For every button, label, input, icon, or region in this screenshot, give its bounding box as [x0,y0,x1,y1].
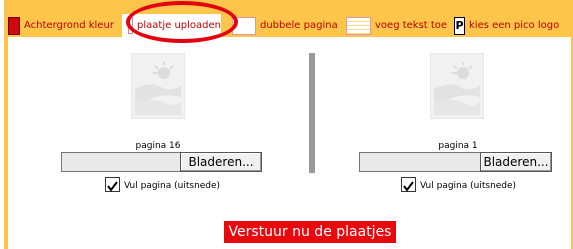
tab-label: Achtergrond kleur [24,20,114,31]
browse-button[interactable]: Bladeren... [180,152,262,172]
logo-icon: P [454,16,465,35]
editor-frame: Achtergrond kleur plaatje uploaden dubbe… [4,0,573,249]
tab-label: dubbele pagina [260,20,338,31]
color-swatch-icon [8,16,20,35]
tab-double-page[interactable]: dubbele pagina [232,14,338,37]
fill-page-checkbox[interactable] [401,177,416,192]
fill-page-label: Vul pagina (uitsnede) [124,181,221,191]
tab-background-color[interactable]: Achtergrond kleur [8,14,114,37]
tab-label: voeg tekst toe [375,20,448,31]
tab-bar: Achtergrond kleur plaatje uploaden dubbe… [4,14,573,37]
highlight-annotation [126,1,238,43]
tab-pick-logo[interactable]: P kies een pico logo [454,14,559,37]
checkmark-icon [107,181,118,192]
file-path-input[interactable] [61,152,183,172]
image-placeholder-icon [430,53,484,119]
text-lines-icon [346,16,371,35]
tab-label: kies een pico logo [469,20,560,31]
page-divider [309,53,315,173]
fill-page-checkbox[interactable] [105,177,120,192]
submit-images-button[interactable]: Verstuur nu de plaatjes [224,221,396,243]
tab-add-text[interactable]: voeg tekst toe [346,14,447,37]
checkmark-icon [403,181,414,192]
image-placeholder-icon [131,53,185,119]
upload-panel: pagina 16 Bladeren... Vul pagina (uitsne… [8,37,571,249]
fill-page-label: Vul pagina (uitsnede) [420,181,517,191]
page-label: pagina 1 [438,141,478,151]
file-path-input[interactable] [359,152,481,172]
browse-button[interactable]: Bladeren... [480,152,552,172]
page-label: pagina 16 [135,141,181,151]
